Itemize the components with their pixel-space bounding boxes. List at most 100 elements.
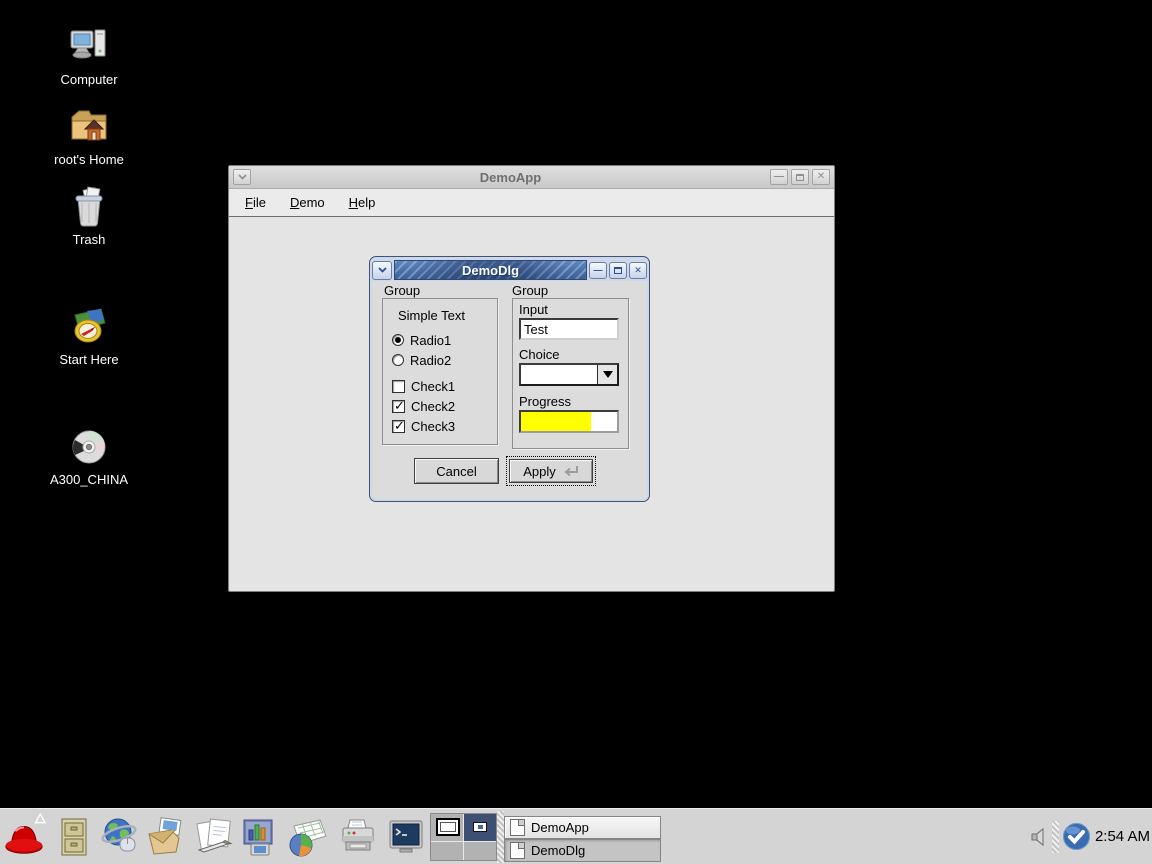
check2-control[interactable]	[392, 400, 405, 413]
radio1-control[interactable]	[392, 334, 404, 346]
window-list-item-demoapp[interactable]: DemoApp	[504, 816, 661, 839]
radio-row[interactable]: Radio1	[392, 333, 451, 347]
window-list-item-demodlg[interactable]: DemoDlg	[504, 839, 661, 862]
groupbox-right: Input Choice Progress	[512, 298, 629, 449]
check-row[interactable]: Check3	[392, 419, 455, 433]
desktop-icon-computer[interactable]: Computer	[34, 25, 144, 87]
workspace-1[interactable]	[431, 814, 463, 841]
progress-fill	[521, 412, 591, 431]
dropdown-arrow-icon	[603, 371, 613, 378]
radio2-control[interactable]	[392, 354, 404, 366]
groupbox-left: Simple Text Radio1 Radio2 Check1 Check2 …	[382, 298, 498, 445]
window-list-label: DemoDlg	[531, 843, 585, 858]
cancel-button[interactable]: Cancel	[414, 458, 499, 484]
file-cabinet-icon	[54, 816, 94, 858]
minimize-icon: —	[774, 172, 784, 182]
start-here-icon	[67, 305, 111, 349]
cancel-button-label: Cancel	[436, 464, 476, 479]
menu-file[interactable]: File	[242, 193, 269, 212]
minimize-icon: —	[594, 266, 603, 275]
dialog-title: DemoDlg	[462, 263, 519, 278]
menubar: File Demo Help	[229, 189, 834, 217]
desktop-icon-label: A300_CHINA	[34, 472, 144, 487]
close-icon: ✕	[634, 266, 642, 275]
spreadsheet-launcher[interactable]	[286, 815, 330, 859]
apply-button-label: Apply	[523, 464, 556, 479]
email-icon	[145, 816, 187, 858]
email-launcher[interactable]	[144, 815, 188, 859]
trash-icon	[67, 185, 111, 229]
home-icon	[67, 105, 111, 149]
input-field[interactable]	[519, 318, 619, 340]
desktop-icon-cdrom[interactable]: A300_CHINA	[34, 425, 144, 487]
pager-window[interactable]	[473, 822, 487, 832]
desktop-icon-home[interactable]: root's Home	[34, 105, 144, 167]
close-button[interactable]: ✕	[812, 169, 830, 185]
maximize-button[interactable]	[791, 169, 809, 185]
check2-label: Check2	[411, 399, 455, 414]
word-processor-launcher[interactable]	[192, 815, 236, 859]
volume-applet[interactable]	[1028, 826, 1050, 853]
radio-row[interactable]: Radio2	[392, 353, 451, 367]
check3-label: Check3	[411, 419, 455, 434]
web-browser-launcher[interactable]	[98, 815, 142, 859]
desktop-icon-start-here[interactable]: Start Here	[34, 305, 144, 367]
group-label-right: Group	[512, 283, 548, 298]
presentation-launcher[interactable]	[238, 815, 282, 859]
check-row[interactable]: Check2	[392, 399, 455, 413]
demoapp-titlebar[interactable]: DemoApp — ✕	[229, 166, 834, 189]
choice-label: Choice	[519, 347, 559, 362]
minimize-button[interactable]: —	[770, 169, 788, 185]
window-icon	[510, 842, 525, 859]
window-title: DemoApp	[254, 170, 767, 185]
bottom-panel: DemoApp DemoDlg 2:54 AM	[0, 808, 1152, 864]
dialog-maximize-button[interactable]	[609, 262, 627, 279]
workspace-switcher	[430, 813, 497, 861]
desktop-icon-trash[interactable]: Trash	[34, 185, 144, 247]
menu-help[interactable]: Help	[346, 193, 379, 212]
apply-button-default-frame: Apply	[506, 456, 596, 486]
main-menu-button[interactable]	[2, 815, 46, 859]
combobox-dropdown-button[interactable]	[597, 365, 617, 384]
dialog-close-button[interactable]: ✕	[629, 262, 647, 279]
desktop-icon-label: Start Here	[34, 352, 144, 367]
file-manager-launcher[interactable]	[52, 815, 96, 859]
apply-button[interactable]: Apply	[509, 459, 593, 483]
progress-bar	[519, 410, 619, 433]
combobox-value	[521, 365, 597, 384]
maximize-icon	[614, 267, 622, 274]
print-manager-launcher[interactable]	[336, 815, 380, 859]
radio2-label: Radio2	[410, 353, 451, 368]
update-notifier[interactable]	[1062, 822, 1091, 856]
workspace-3[interactable]	[431, 842, 463, 860]
workspace-4[interactable]	[464, 842, 496, 860]
progress-label: Progress	[519, 394, 571, 409]
globe-mouse-icon	[99, 816, 141, 858]
check1-control[interactable]	[392, 380, 405, 393]
check-row[interactable]: Check1	[392, 379, 455, 393]
input-label: Input	[519, 302, 548, 317]
choice-combobox[interactable]	[519, 363, 619, 386]
check3-control[interactable]	[392, 420, 405, 433]
workspace-2-active[interactable]	[464, 814, 496, 841]
demodlg-titlebar[interactable]: DemoDlg — ✕	[372, 259, 647, 281]
window-list-handle[interactable]	[497, 811, 504, 863]
dialog-minimize-button[interactable]: —	[589, 262, 607, 279]
desktop-icon-label: Computer	[34, 72, 144, 87]
redhat-menu-icon	[2, 813, 46, 861]
speaker-icon	[1028, 826, 1050, 848]
update-check-icon	[1062, 822, 1091, 851]
clock-applet[interactable]: 2:54 AM	[1090, 828, 1150, 845]
group-label-left: Group	[384, 283, 420, 298]
pager-window[interactable]	[436, 818, 460, 836]
radio1-label: Radio1	[410, 333, 451, 348]
static-text: Simple Text	[398, 308, 465, 323]
window-menu-button[interactable]	[233, 169, 251, 185]
dialog-window-menu-button[interactable]	[372, 261, 392, 280]
menu-demo[interactable]: Demo	[287, 193, 328, 212]
check1-label: Check1	[411, 379, 455, 394]
terminal-launcher[interactable]	[384, 815, 428, 859]
tray-handle[interactable]	[1052, 821, 1059, 853]
chevron-down-icon	[378, 267, 387, 273]
chevron-down-icon	[238, 174, 247, 180]
